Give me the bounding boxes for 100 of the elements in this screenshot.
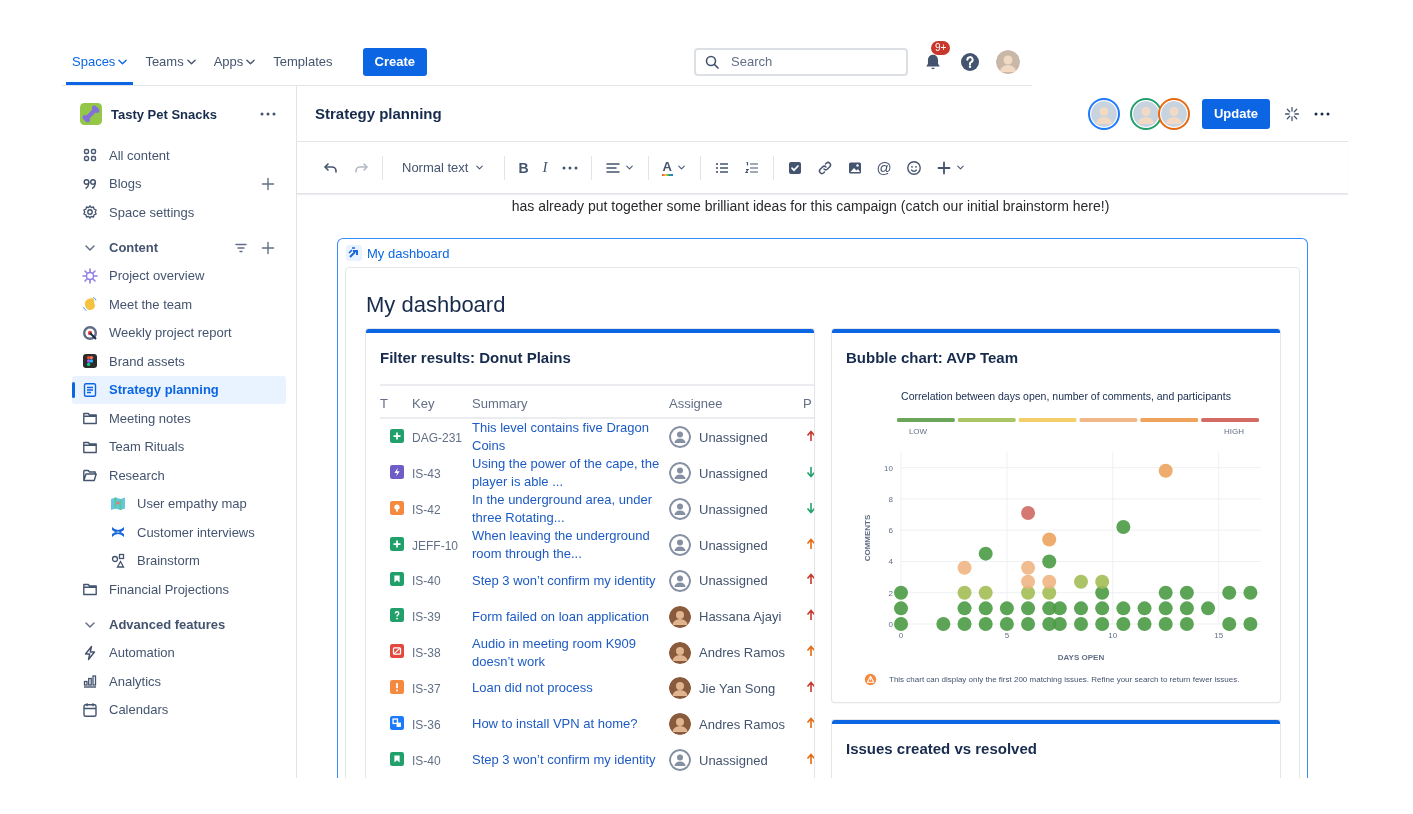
column-header[interactable]: P [803,396,812,411]
column-header[interactable]: Summary [472,396,528,411]
bubble[interactable] [978,546,993,561]
bubble[interactable] [1158,617,1173,631]
issue-summary-link[interactable]: Form failed on loan application [472,607,669,626]
sidebar-item[interactable]: Meeting notes [72,404,286,433]
bubble[interactable] [1222,585,1237,600]
bubble[interactable] [1179,617,1194,631]
create-button[interactable]: Create [362,47,428,76]
bubble[interactable] [1042,574,1057,589]
bubble[interactable] [978,601,993,616]
sidebar-item[interactable]: All content [72,141,286,170]
bubble[interactable] [1222,617,1237,631]
issue-summary-link[interactable]: In the underground area, under three Rotating... [472,491,669,527]
bubble[interactable] [1042,532,1057,547]
bubble[interactable] [1243,617,1258,631]
bubble[interactable] [1021,617,1036,631]
nav-tab[interactable]: Teams [139,38,202,85]
mention-button[interactable]: @ [872,155,896,180]
more-icon[interactable] [260,112,276,116]
bubble[interactable] [894,601,908,616]
bubble[interactable] [1158,585,1173,600]
bubble[interactable] [957,601,972,616]
bubble[interactable] [1243,585,1258,600]
bubble[interactable] [1116,617,1131,631]
nav-tab[interactable]: Spaces [66,38,134,85]
bubble[interactable] [1021,560,1036,575]
bubble[interactable] [1042,554,1057,569]
bubble[interactable] [1021,574,1036,589]
bubble[interactable] [1095,617,1110,631]
italic-button[interactable]: I [538,155,552,180]
sidebar-item[interactable]: Project overview [72,261,286,290]
sidebar-item[interactable]: Brand assets [72,347,286,376]
bold-button[interactable]: B [514,155,533,180]
issue-summary-link[interactable]: Using the power of the cape, the player is able ... [472,455,669,491]
bubble[interactable] [957,617,972,631]
profile-avatar[interactable] [996,49,1020,74]
bubble[interactable] [1158,463,1173,478]
add-button[interactable] [260,239,276,256]
sidebar-item[interactable]: Calendars [72,695,286,724]
issue-summary-link[interactable]: Audio in meeting room K909 doesn’t work [472,634,669,671]
sidebar-item[interactable]: Analytics [72,667,286,696]
macro-label[interactable]: My dashboard [367,245,450,261]
sidebar-item[interactable]: Research [72,461,286,490]
column-header[interactable]: Key [412,396,435,411]
bubble[interactable] [1052,617,1067,631]
issue-summary-link[interactable]: This level contains five Dragon Coins [472,419,669,455]
bubble[interactable] [978,585,993,600]
column-header[interactable]: T [380,396,388,411]
bubble[interactable] [1137,617,1152,631]
bubble[interactable] [999,601,1014,616]
bubble[interactable] [1137,601,1152,616]
column-header[interactable]: Assignee [669,396,723,411]
bubble[interactable] [1052,601,1067,616]
bubble[interactable] [978,617,993,631]
user-avatar[interactable] [1129,97,1162,130]
bubble[interactable] [1116,520,1131,535]
bubble[interactable] [957,560,972,575]
issue-summary-link[interactable]: When leaving the underground room through the... [472,527,669,563]
bubble[interactable] [1179,585,1194,600]
nav-tab[interactable]: Apps [207,38,262,85]
sidebar-item[interactable]: Brainstorm [72,546,286,575]
search-field[interactable]: Search [694,47,908,76]
bubble[interactable] [1116,601,1131,616]
text-style-dropdown[interactable]: Normal text [392,155,496,180]
bubble[interactable] [1158,601,1173,616]
sidebar-item[interactable]: Space settings [72,198,286,227]
add-icon[interactable] [260,175,276,192]
bubble[interactable] [894,585,908,600]
sidebar-item[interactable]: Meet the team [72,290,286,319]
bubble[interactable] [1179,601,1194,616]
update-button[interactable]: Update [1201,98,1270,129]
issue-summary-link[interactable]: How to install VPN at home? [472,715,669,734]
sidebar-item[interactable]: Team Rituals [72,432,286,461]
issue-summary-link[interactable]: Step 3 won’t confirm my identity [472,571,669,590]
sidebar-item[interactable]: Blogs [72,169,286,198]
nav-tab[interactable]: Templates [267,38,339,85]
bubble[interactable] [1074,601,1088,616]
more-icon[interactable] [561,165,578,170]
user-avatar[interactable] [1157,97,1190,130]
sidebar-item[interactable]: Financial Projections [72,575,286,604]
user-avatar[interactable] [1087,97,1120,130]
bubble[interactable] [1021,601,1036,616]
bubble[interactable] [1095,574,1110,589]
issue-summary-link[interactable]: Step 3 won’t confirm my identity [472,751,669,770]
more-icon[interactable] [1314,111,1330,116]
bubble[interactable] [1021,506,1036,520]
bubble[interactable] [999,617,1014,631]
bubble[interactable] [894,617,908,631]
sidebar-item[interactable]: User empathy map [72,489,286,518]
issue-summary-link[interactable]: Loan did not process [472,679,669,698]
bubble[interactable] [1201,601,1216,616]
text-color-button[interactable]: A [657,155,691,180]
sidebar-item[interactable]: Weekly project report [72,318,286,347]
bubble[interactable] [1074,574,1088,589]
bubble[interactable] [1095,601,1110,616]
sidebar-item[interactable]: Customer interviews [72,518,286,547]
bubble[interactable] [1074,617,1088,631]
bubble[interactable] [936,617,951,631]
sidebar-item[interactable]: Strategy planning [72,375,286,404]
